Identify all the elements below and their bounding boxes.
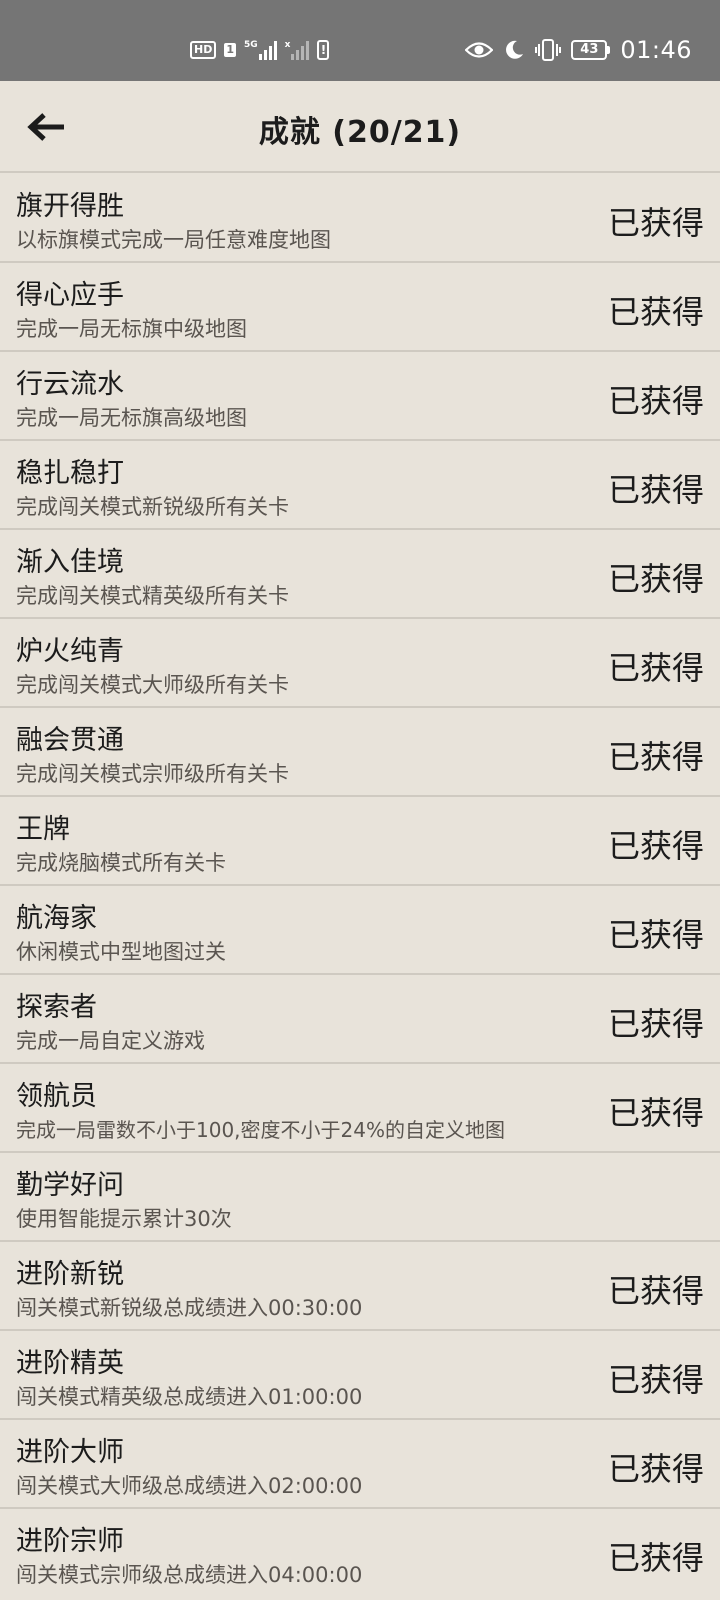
battery-icon: 43: [571, 40, 611, 60]
achievement-row[interactable]: 得心应手 完成一局无标旗中级地图 已获得: [0, 263, 720, 352]
app-bar: 成就 (20/21): [0, 81, 720, 173]
achievement-status: 已获得: [607, 827, 704, 865]
achievement-status: 已获得: [607, 1539, 704, 1577]
achievement-title: 进阶新锐: [16, 1259, 124, 1290]
achievement-title: 炉火纯青: [16, 636, 124, 667]
clock: 01:46: [620, 36, 692, 64]
no-service-label: x: [284, 40, 291, 50]
achievement-row[interactable]: 勤学好问 使用智能提示累计30次: [0, 1153, 720, 1242]
achievement-row[interactable]: 稳扎稳打 完成闯关模式新锐级所有关卡 已获得: [0, 441, 720, 530]
achievement-status: 已获得: [607, 204, 704, 242]
achievement-desc: 完成闯关模式精英级所有关卡: [16, 584, 289, 608]
achievement-desc: 完成一局雷数不小于100,密度不小于24%的自定义地图: [16, 1118, 505, 1142]
achievement-status: 已获得: [607, 738, 704, 776]
achievement-desc: 闯关模式宗师级总成绩进入04:00:00: [16, 1563, 363, 1587]
achievement-desc: 以标旗模式完成一局任意难度地图: [16, 228, 331, 252]
achievement-desc: 完成闯关模式新锐级所有关卡: [16, 495, 289, 519]
signal-5g-icon: 5G: [244, 40, 277, 60]
achievement-title: 进阶精英: [16, 1348, 124, 1379]
achievement-desc: 闯关模式精英级总成绩进入01:00:00: [16, 1385, 363, 1409]
achievement-title: 行云流水: [16, 369, 124, 400]
hd-voice-icon: HD: [190, 41, 217, 59]
signal-no-service-icon: x: [285, 40, 310, 60]
status-right-icons: 43 01:46: [465, 36, 692, 64]
achievement-desc: 使用智能提示累计30次: [16, 1207, 232, 1231]
sim-slot-icon: 1: [224, 43, 236, 57]
eye-comfort-icon: [465, 42, 494, 58]
achievement-desc: 闯关模式新锐级总成绩进入00:30:00: [16, 1296, 363, 1320]
achievement-title: 稳扎稳打: [16, 458, 124, 489]
achievement-title: 进阶大师: [16, 1437, 124, 1468]
alert-icon: !: [317, 40, 330, 60]
achievement-row[interactable]: 领航员 完成一局雷数不小于100,密度不小于24%的自定义地图 已获得: [0, 1064, 720, 1153]
achievement-status: 已获得: [607, 1094, 704, 1132]
achievement-title: 渐入佳境: [16, 547, 124, 578]
achievement-title: 航海家: [16, 903, 97, 934]
achievement-row[interactable]: 融会贯通 完成闯关模式宗师级所有关卡 已获得: [0, 708, 720, 797]
achievement-row[interactable]: 行云流水 完成一局无标旗高级地图 已获得: [0, 352, 720, 441]
achievement-desc: 完成闯关模式大师级所有关卡: [16, 673, 289, 697]
network-type-label: 5G: [244, 40, 258, 50]
achievement-row[interactable]: 王牌 完成烧脑模式所有关卡 已获得: [0, 797, 720, 886]
achievement-title: 王牌: [16, 814, 70, 845]
achievement-desc: 完成一局无标旗高级地图: [16, 406, 247, 430]
page-title: 成就 (20/21): [258, 115, 462, 150]
achievement-desc: 闯关模式大师级总成绩进入02:00:00: [16, 1474, 363, 1498]
status-left-icons: HD 1 5G x !: [190, 40, 330, 60]
achievement-status: 已获得: [607, 649, 704, 687]
vibrate-icon: [535, 39, 562, 61]
achievement-status: 已获得: [607, 1450, 704, 1488]
achievement-status: 已获得: [607, 1005, 704, 1043]
achievement-row[interactable]: 航海家 休闲模式中型地图过关 已获得: [0, 886, 720, 975]
moon-icon: [506, 40, 524, 59]
achievement-row[interactable]: 渐入佳境 完成闯关模式精英级所有关卡 已获得: [0, 530, 720, 619]
achievement-status: 已获得: [607, 293, 704, 331]
achievement-desc: 完成一局无标旗中级地图: [16, 317, 247, 341]
battery-level: 43: [571, 40, 608, 60]
achievement-row[interactable]: 进阶宗师 闯关模式宗师级总成绩进入04:00:00 已获得: [0, 1509, 720, 1598]
achievement-title: 旗开得胜: [16, 191, 124, 222]
achievement-desc: 完成烧脑模式所有关卡: [16, 851, 226, 875]
achievement-title: 勤学好问: [16, 1170, 124, 1201]
achievement-desc: 休闲模式中型地图过关: [16, 940, 226, 964]
achievement-list: 旗开得胜 以标旗模式完成一局任意难度地图 已获得 得心应手 完成一局无标旗中级地…: [0, 174, 720, 1598]
achievement-row[interactable]: 进阶新锐 闯关模式新锐级总成绩进入00:30:00 已获得: [0, 1242, 720, 1331]
achievement-title: 得心应手: [16, 280, 124, 311]
achievement-status: 已获得: [607, 471, 704, 509]
achievement-row[interactable]: 探索者 完成一局自定义游戏 已获得: [0, 975, 720, 1064]
achievement-status: 已获得: [607, 560, 704, 598]
achievement-status: 已获得: [607, 382, 704, 420]
achievement-status: 已获得: [607, 916, 704, 954]
achievement-row[interactable]: 进阶精英 闯关模式精英级总成绩进入01:00:00 已获得: [0, 1331, 720, 1420]
achievement-row[interactable]: 旗开得胜 以标旗模式完成一局任意难度地图 已获得: [0, 174, 720, 263]
status-bar: HD 1 5G x ! 43 01:46: [0, 0, 720, 81]
achievement-title: 领航员: [16, 1081, 97, 1112]
achievement-row[interactable]: 进阶大师 闯关模式大师级总成绩进入02:00:00 已获得: [0, 1420, 720, 1509]
achievement-status: 已获得: [607, 1272, 704, 1310]
achievement-desc: 完成一局自定义游戏: [16, 1029, 205, 1053]
achievement-title: 融会贯通: [16, 725, 124, 756]
achievement-status: 已获得: [607, 1361, 704, 1399]
achievement-title: 进阶宗师: [16, 1526, 124, 1557]
achievement-row[interactable]: 炉火纯青 完成闯关模式大师级所有关卡 已获得: [0, 619, 720, 708]
achievement-desc: 完成闯关模式宗师级所有关卡: [16, 762, 289, 786]
achievement-title: 探索者: [16, 992, 97, 1023]
